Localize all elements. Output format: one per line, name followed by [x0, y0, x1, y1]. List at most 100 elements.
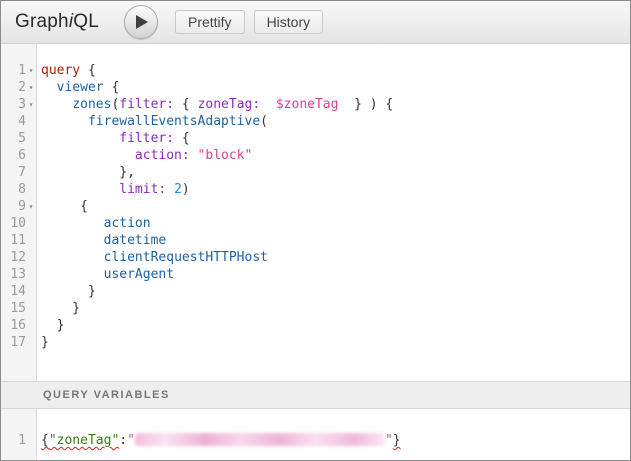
fold-arrow-icon[interactable]: ▾	[26, 96, 36, 113]
code-token	[41, 114, 88, 129]
code-token: 2	[174, 182, 182, 197]
code-token: limit:	[119, 182, 166, 197]
code-line[interactable]: 1▾query {	[1, 62, 630, 79]
code-line[interactable]: 10 action	[1, 215, 630, 232]
code-text: filter: {	[36, 130, 190, 147]
line-number: 13	[1, 266, 26, 283]
code-text: userAgent	[36, 266, 174, 283]
code-text: viewer {	[36, 79, 119, 96]
code-token: "	[127, 433, 135, 448]
toolbar: GraphiQL Prettify History	[1, 1, 630, 44]
fold-gutter-spacer	[26, 334, 36, 351]
code-line[interactable]: 7 },	[1, 164, 630, 181]
code-line[interactable]: 2▾ viewer {	[1, 79, 630, 96]
code-token: :	[119, 433, 127, 448]
query-variables-title-bar[interactable]: QUERY VARIABLES	[1, 381, 630, 409]
prettify-button[interactable]: Prettify	[175, 10, 245, 34]
execute-query-button[interactable]	[124, 5, 158, 39]
line-number: 9	[1, 198, 26, 215]
app-title-post: QL	[73, 11, 99, 32]
fold-arrow-icon[interactable]: ▾	[26, 79, 36, 96]
code-token: {	[174, 131, 190, 146]
query-variables-editor[interactable]: 1{"zoneTag":""}	[1, 409, 630, 460]
code-text: }	[36, 334, 49, 351]
code-token: filter:	[119, 131, 174, 146]
code-line[interactable]: 9▾ {	[1, 198, 630, 215]
code-text: action	[36, 215, 151, 232]
graphiql-app: GraphiQL Prettify History 1▾query {2▾ vi…	[0, 0, 631, 461]
code-token: $zoneTag	[276, 97, 339, 112]
code-token	[41, 267, 104, 282]
line-number: 14	[1, 283, 26, 300]
code-token: action	[104, 216, 151, 231]
fold-arrow-icon[interactable]: ▾	[26, 62, 36, 79]
code-token	[41, 233, 104, 248]
code-token: "	[385, 433, 393, 448]
fold-gutter-spacer	[26, 232, 36, 249]
line-number: 15	[1, 300, 26, 317]
fold-gutter-spacer	[26, 113, 36, 130]
code-line[interactable]: 17}	[1, 334, 630, 351]
code-text: }	[36, 317, 64, 334]
code-line[interactable]: 11 datetime	[1, 232, 630, 249]
code-line[interactable]: 15 }	[1, 300, 630, 317]
code-text: {"zoneTag":""}	[36, 432, 401, 449]
line-number: 1	[1, 432, 26, 449]
fold-gutter-spacer	[26, 317, 36, 334]
code-text: {	[36, 198, 88, 215]
code-token: viewer	[57, 80, 104, 95]
code-line[interactable]: 3▾ zones(filter: { zoneTag: $zoneTag } )…	[1, 96, 630, 113]
fold-gutter-spacer	[26, 249, 36, 266]
line-number: 5	[1, 130, 26, 147]
line-number: 16	[1, 317, 26, 334]
code-token: {	[41, 199, 88, 214]
code-line[interactable]: 5 filter: {	[1, 130, 630, 147]
code-token	[260, 97, 276, 112]
code-line[interactable]: 16 }	[1, 317, 630, 334]
line-number: 8	[1, 181, 26, 198]
code-token: {	[174, 97, 197, 112]
code-token	[41, 182, 119, 197]
code-line[interactable]: 13 userAgent	[1, 266, 630, 283]
code-line[interactable]: 4 firewallEventsAdaptive(	[1, 113, 630, 130]
history-button[interactable]: History	[254, 10, 324, 34]
code-text: action: "block"	[36, 147, 252, 164]
code-token	[41, 148, 135, 163]
code-line[interactable]: 6 action: "block"	[1, 147, 630, 164]
code-token: }	[41, 318, 64, 333]
code-token	[41, 216, 104, 231]
code-text: query {	[36, 62, 96, 79]
code-text: zones(filter: { zoneTag: $zoneTag } ) {	[36, 96, 393, 113]
code-line[interactable]: 14 }	[1, 283, 630, 300]
fold-gutter-spacer	[26, 283, 36, 300]
line-number: 10	[1, 215, 26, 232]
play-icon	[136, 15, 148, 29]
fold-arrow-icon[interactable]: ▾	[26, 198, 36, 215]
fold-gutter-spacer	[26, 266, 36, 283]
code-token: action:	[135, 148, 190, 163]
line-number: 3	[1, 96, 26, 113]
code-token: )	[182, 182, 190, 197]
code-token	[41, 97, 72, 112]
query-editor[interactable]: 1▾query {2▾ viewer {3▾ zones(filter: { z…	[1, 44, 630, 381]
code-token: (	[260, 114, 268, 129]
code-token	[190, 148, 198, 163]
line-number: 17	[1, 334, 26, 351]
line-number: 7	[1, 164, 26, 181]
code-token: }	[41, 284, 96, 299]
line-number: 1	[1, 62, 26, 79]
line-number: 2	[1, 79, 26, 96]
line-number: 11	[1, 232, 26, 249]
fold-gutter-spacer	[26, 164, 36, 181]
code-line[interactable]: 8 limit: 2)	[1, 181, 630, 198]
code-token: firewallEventsAdaptive	[88, 114, 260, 129]
code-token	[166, 182, 174, 197]
code-token: {	[104, 80, 120, 95]
fold-gutter-spacer	[26, 432, 36, 449]
line-number: 12	[1, 249, 26, 266]
code-token	[41, 80, 57, 95]
code-line[interactable]: 12 clientRequestHTTPHost	[1, 249, 630, 266]
code-line[interactable]: 1{"zoneTag":""}	[1, 432, 630, 449]
code-token: } ) {	[338, 97, 393, 112]
fold-gutter-spacer	[26, 181, 36, 198]
